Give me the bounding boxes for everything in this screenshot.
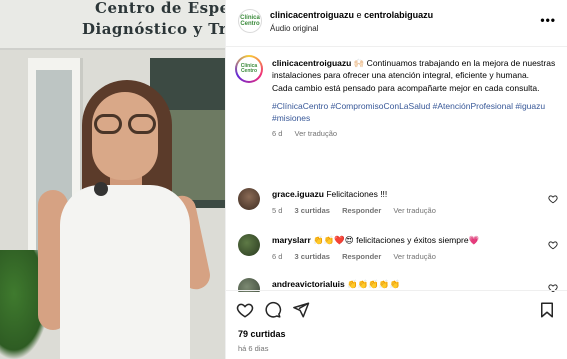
author-avatar[interactable]: Clínica Centro [238,9,262,33]
comment-text: 👏👏❤️😍 felicitaciones y éxitos siempre💗 [313,235,480,245]
comment-username[interactable]: andreavictorialuis [272,279,345,289]
caption-username[interactable]: clinicacentroiguazu [272,58,351,68]
caption-meta: 6 d Ver tradução [272,128,558,140]
like-comment-heart-icon[interactable] [548,194,558,204]
microphone [94,182,108,196]
post-time[interactable]: há 6 dias [238,344,268,353]
post-header: Clínica Centro clinicacentroiguazu e cen… [226,0,567,47]
caption-avatar[interactable]: Clínica Centro [235,55,263,83]
reply-button[interactable]: Responder [342,206,381,215]
comment-username[interactable]: maryslarr [272,235,311,245]
caption-text-2: Cada cambio está pensado para acompañart… [272,82,540,93]
comment-text: Felicitaciones !!! [326,189,388,199]
author-username-2[interactable]: centrolabiguazu [364,10,433,20]
caption-hashtags[interactable]: #ClínicaCentro #CompromisoConLaSalud #At… [272,100,558,125]
post-actions-bar [226,290,567,325]
comment-body: maryslarr 👏👏❤️😍 felicitaciones y éxitos … [272,234,542,246]
save-bookmark-icon[interactable] [538,301,556,319]
post-details-panel: Clínica Centro clinicacentroiguazu e cen… [225,0,567,359]
avatar-logo-text: Clínica Centro [240,15,260,27]
likes-count[interactable]: 79 curtidas [238,329,286,339]
person-face [92,92,158,180]
comment-age: 5 d [272,206,283,215]
person-white-top [60,185,190,359]
comment-bubble-icon[interactable] [264,301,282,319]
comment-translate-link[interactable]: Ver tradução [393,252,436,261]
reply-button[interactable]: Responder [342,252,381,261]
comment-body: grace.iguazu Felicitaciones !!! [272,188,542,200]
caption-translate-link[interactable]: Ver tradução [295,129,338,138]
comment-age: 6 d [272,252,283,261]
caption-avatar-logo-text: Clínica Centro [240,63,258,74]
like-heart-icon[interactable] [236,301,254,319]
share-send-icon[interactable] [292,301,310,319]
comment-likes[interactable]: 3 curtidas [295,252,330,261]
instagram-post: Centro de Espec Diagnóstico y Trat Clíni… [0,0,567,359]
audio-label[interactable]: Áudio original [270,24,318,33]
building-sign-line2: Diagnóstico y Trat [82,20,225,38]
post-video[interactable]: Centro de Espec Diagnóstico y Trat [0,0,225,359]
glasses [90,114,160,136]
comment-item: grace.iguazu Felicitaciones !!! 5 d 3 cu… [226,188,567,222]
commenter-avatar[interactable] [238,234,260,256]
like-comment-heart-icon[interactable] [548,240,558,250]
comment-translate-link[interactable]: Ver tradução [393,206,436,215]
building-sign-line1: Centro de Espec [95,0,225,17]
commenter-avatar[interactable] [238,188,260,210]
comment-text: 👏👏👏👏👏 [347,279,401,289]
author-username-1[interactable]: clinicacentroiguazu [270,10,354,20]
comment-meta: 6 d 3 curtidas Responder Ver tradução [272,252,446,261]
comment-body: andreavictorialuis 👏👏👏👏👏 [272,278,542,290]
post-caption: clinicacentroiguazu 🙌🏻 Continuamos traba… [272,57,558,141]
comment-item: maryslarr 👏👏❤️😍 felicitaciones y éxitos … [226,234,567,268]
authors-joiner: e [356,10,362,20]
comment-meta: 5 d 3 curtidas Responder Ver tradução [272,206,446,215]
comment-likes[interactable]: 3 curtidas [295,206,330,215]
post-authors: clinicacentroiguazu e centrolabiguazu [270,10,433,20]
caption-age: 6 d [272,129,283,139]
more-horizontal-icon[interactable]: ••• [540,13,556,27]
comment-username[interactable]: grace.iguazu [272,189,324,199]
